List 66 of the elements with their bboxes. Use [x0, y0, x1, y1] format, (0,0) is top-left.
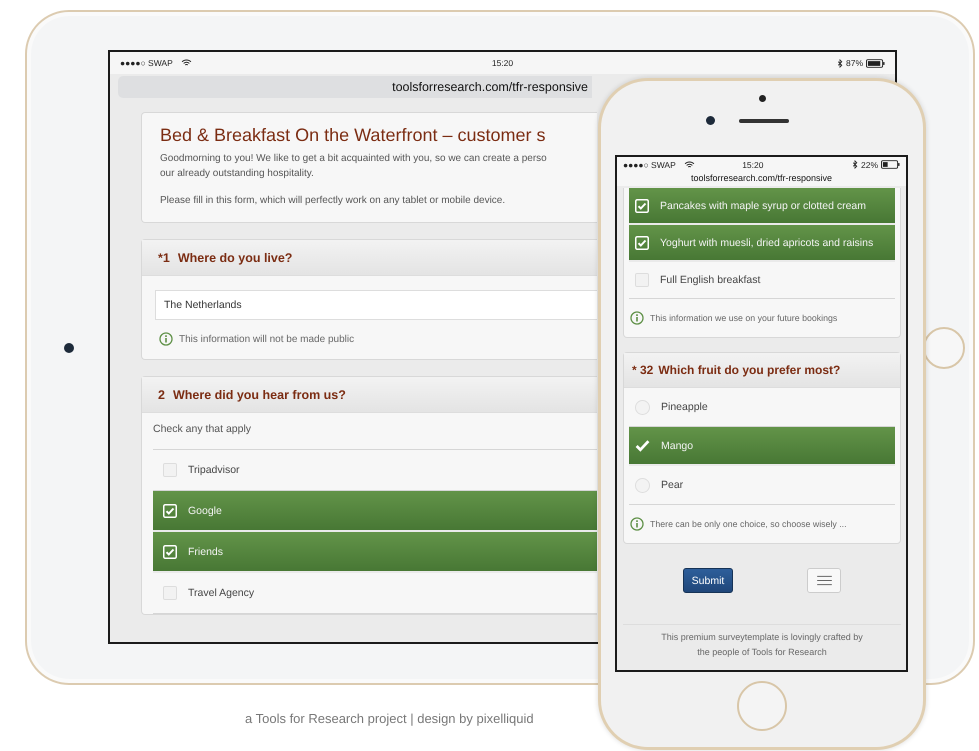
option-label: Mango [661, 440, 694, 452]
option-label: Yoghurt with muesli, dried apricots and raisins [660, 236, 874, 248]
option-row[interactable]: Yoghurt with muesli, dried apricots and raisins [629, 225, 895, 262]
hint-text: This information will not be made public [179, 334, 354, 344]
answer-field[interactable]: The Netherlands [155, 290, 597, 320]
option-label: Travel Agency [188, 587, 254, 599]
option-row[interactable]: Mango [629, 427, 895, 466]
option-label: Pineapple [661, 401, 708, 413]
address-bar[interactable]: toolsforresearch.com/tfr-responsive [118, 76, 592, 98]
radio-button[interactable] [635, 400, 650, 414]
hint-text: This information we use on your future bookings [650, 313, 838, 323]
radio-button[interactable] [635, 438, 650, 453]
info-icon [630, 311, 644, 325]
checkbox[interactable] [635, 273, 649, 287]
caption-text: a Tools for Research project | design by pixelliquid [245, 711, 534, 726]
battery-icon [866, 58, 885, 68]
intro-text: our already outstanding hospitality. [160, 167, 315, 181]
status-time: 15:20 [492, 58, 514, 68]
camera-icon [706, 116, 715, 125]
address-bar[interactable]: toolsforresearch.com/tfr-responsive [617, 172, 906, 186]
option-label: Full English breakfast [660, 274, 760, 286]
bluetooth-icon [836, 58, 843, 68]
info-icon [159, 332, 173, 346]
checkbox[interactable] [163, 463, 177, 477]
radio-button[interactable] [635, 478, 650, 492]
option-row[interactable]: Travel Agency [153, 573, 597, 614]
option-row[interactable]: Friends [153, 532, 597, 573]
battery-icon [881, 160, 900, 169]
submit-button[interactable]: Submit [683, 568, 733, 593]
menu-button[interactable] [807, 568, 841, 593]
option-row[interactable]: Google [153, 491, 597, 532]
wifi-icon [684, 160, 695, 168]
carrier-label: ●●●●○ SWAP [623, 160, 676, 170]
option-label: Friends [188, 546, 224, 558]
sensor-icon [759, 95, 766, 102]
hint-text: There can be only one choice, so choose wisely ... [650, 519, 847, 529]
menu-icon [816, 575, 832, 586]
footer-text: This premium surveytemplate is lovingly crafted by the people of Tools for Research [623, 624, 901, 660]
question-number: *1 [158, 250, 170, 264]
option-label: Google [188, 504, 222, 516]
option-label: Pancakes with maple syrup or clotted cream [660, 200, 866, 212]
battery-percent: 22% [860, 160, 878, 170]
option-row[interactable]: Pear [629, 466, 895, 505]
question-title: Where do you live? [178, 250, 292, 264]
question-title: Which fruit do you prefer most? [658, 363, 840, 377]
camera-icon [64, 343, 74, 353]
wifi-icon [180, 59, 192, 67]
info-icon [630, 517, 644, 531]
carrier-label: ●●●●○ SWAP [120, 58, 173, 68]
intro-text: Please fill in this form, which will perfectly work on any tablet or mobile device. [160, 194, 506, 208]
bluetooth-icon [852, 160, 858, 169]
checkbox[interactable] [163, 586, 177, 600]
survey-title: Bed & Breakfast On the Waterfront – customer s [160, 125, 546, 146]
intro-text: Goodmorning to you! We like to get a bit acquainted with you, so we can create a perso [160, 152, 548, 166]
status-time: 15:20 [742, 160, 764, 170]
battery-percent: 87% [846, 58, 863, 68]
home-button[interactable] [737, 681, 787, 731]
option-label: Pear [661, 479, 684, 491]
question-number: * 32 [632, 363, 654, 377]
question-number: 2 [158, 388, 165, 402]
instruction-text: Check any that apply [153, 413, 597, 450]
home-button[interactable] [923, 327, 965, 369]
question-title: Where did you hear from us? [172, 388, 346, 402]
option-row[interactable]: Pancakes with maple syrup or clotted cream [629, 188, 895, 225]
speaker-icon [739, 119, 789, 123]
option-label: Tripadvisor [188, 464, 240, 476]
